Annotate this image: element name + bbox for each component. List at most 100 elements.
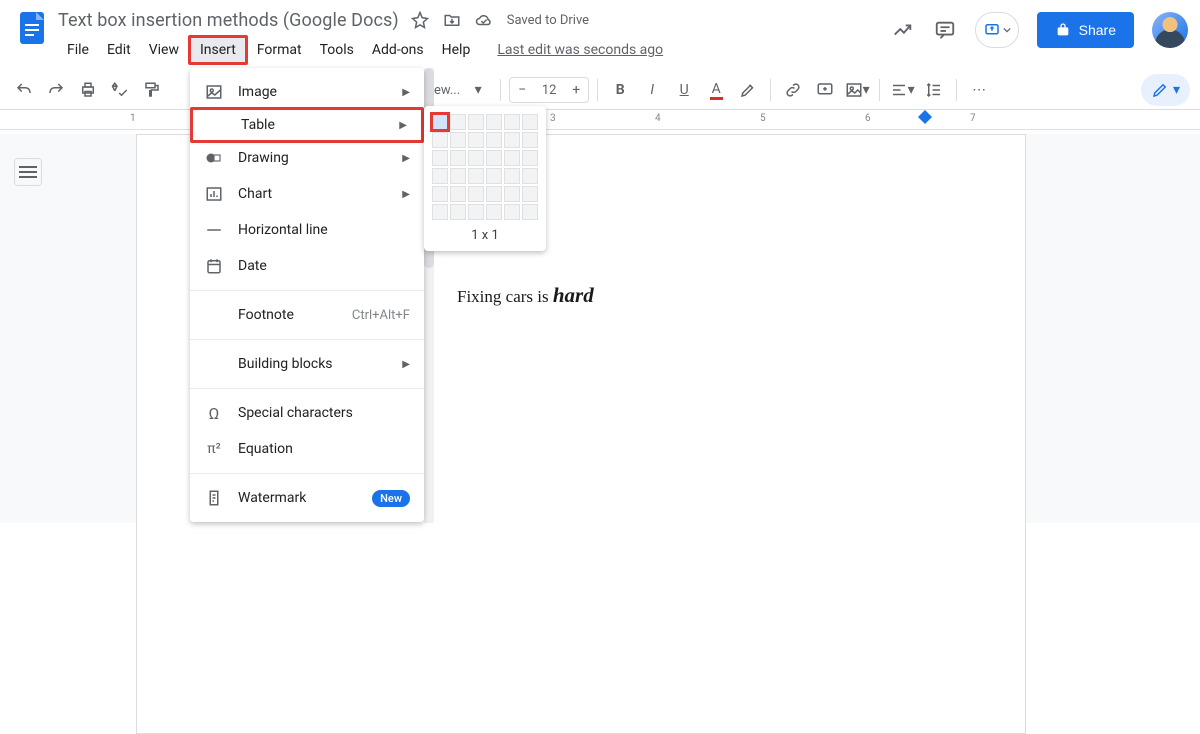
submenu-arrow-icon: ▶ [402, 87, 410, 98]
outline-toggle-icon[interactable] [14, 158, 42, 186]
menu-file[interactable]: File [58, 38, 98, 62]
trend-icon[interactable] [891, 18, 915, 42]
table-cell[interactable] [468, 114, 484, 130]
line-spacing-button[interactable] [920, 76, 948, 104]
table-cell[interactable] [468, 204, 484, 220]
table-cell[interactable] [468, 132, 484, 148]
insert-image-item[interactable]: Image ▶ [190, 74, 424, 110]
table-cell[interactable] [522, 168, 538, 184]
table-cell[interactable] [504, 132, 520, 148]
insert-watermark-item[interactable]: Watermark New [190, 480, 424, 516]
table-cell[interactable] [522, 114, 538, 130]
cloud-saved-icon[interactable] [475, 11, 493, 29]
highlight-button[interactable] [734, 76, 762, 104]
last-edit-link[interactable]: Last edit was seconds ago [497, 42, 663, 58]
table-cell[interactable] [504, 168, 520, 184]
table-cell[interactable] [450, 204, 466, 220]
font-size-value[interactable]: 12 [534, 83, 564, 98]
print-button[interactable] [74, 76, 102, 104]
account-avatar[interactable] [1152, 12, 1188, 48]
link-button[interactable] [779, 76, 807, 104]
font-family-display[interactable]: ew... [434, 83, 460, 98]
menu-insert[interactable]: Insert [188, 35, 248, 65]
table-cell[interactable] [432, 132, 448, 148]
table-cell[interactable] [432, 186, 448, 202]
more-button[interactable]: ⋯ [965, 76, 993, 104]
font-size-increase[interactable]: + [564, 82, 588, 98]
table-size-submenu: 1 x 1 [424, 106, 546, 251]
table-cell[interactable] [432, 150, 448, 166]
table-cell[interactable] [504, 150, 520, 166]
underline-button[interactable]: U [670, 76, 698, 104]
insert-image-button[interactable]: ▾ [843, 76, 871, 104]
menu-format[interactable]: Format [248, 38, 311, 62]
table-cell[interactable] [486, 168, 502, 184]
font-size-decrease[interactable]: − [510, 82, 534, 98]
menu-edit[interactable]: Edit [98, 38, 140, 62]
menu-help[interactable]: Help [433, 38, 480, 62]
table-cell[interactable] [522, 150, 538, 166]
table-cell-1-1[interactable] [432, 114, 448, 130]
table-cell[interactable] [486, 114, 502, 130]
table-cell[interactable] [504, 204, 520, 220]
text-emphasis: hard [553, 283, 594, 307]
table-cell[interactable] [450, 186, 466, 202]
table-cell[interactable] [450, 150, 466, 166]
document-title[interactable]: Text box insertion methods (Google Docs) [58, 10, 399, 31]
menu-addons[interactable]: Add-ons [363, 38, 433, 62]
table-cell[interactable] [450, 132, 466, 148]
spellcheck-button[interactable] [106, 76, 134, 104]
table-cell[interactable] [486, 132, 502, 148]
table-cell[interactable] [468, 186, 484, 202]
menu-tools[interactable]: Tools [311, 38, 363, 62]
table-cell[interactable] [468, 150, 484, 166]
table-cell[interactable] [432, 168, 448, 184]
move-to-folder-icon[interactable] [443, 11, 461, 29]
table-cell[interactable] [522, 204, 538, 220]
share-button[interactable]: Share [1037, 12, 1134, 48]
image-icon [204, 82, 224, 102]
ruler-num: 6 [865, 113, 871, 124]
italic-button[interactable]: I [638, 76, 666, 104]
insert-drawing-item[interactable]: Drawing ▶ [190, 140, 424, 176]
redo-button[interactable] [42, 76, 70, 104]
table-cell[interactable] [522, 132, 538, 148]
editing-mode-button[interactable]: ▾ [1141, 74, 1190, 106]
paint-format-button[interactable] [138, 76, 166, 104]
insert-date-item[interactable]: Date [190, 248, 424, 284]
add-comment-button[interactable] [811, 76, 839, 104]
blank-icon [204, 305, 224, 325]
insert-footnote-item[interactable]: Footnote Ctrl+Alt+F [190, 297, 424, 333]
table-cell[interactable] [486, 150, 502, 166]
insert-hr-item[interactable]: Horizontal line [190, 212, 424, 248]
table-cell[interactable] [486, 186, 502, 202]
horizontal-ruler[interactable]: 1 3 4 5 6 7 [0, 110, 1200, 130]
undo-button[interactable] [10, 76, 38, 104]
insert-building-blocks-item[interactable]: Building blocks ▶ [190, 346, 424, 382]
insert-table-item[interactable]: Table ▶ [190, 107, 424, 143]
star-icon[interactable] [411, 11, 429, 29]
docs-app-icon[interactable] [12, 8, 52, 48]
table-cell[interactable] [432, 204, 448, 220]
present-button[interactable] [975, 12, 1019, 48]
align-button[interactable]: ▾ [888, 76, 916, 104]
insert-chart-item[interactable]: Chart ▶ [190, 176, 424, 212]
table-cell[interactable] [450, 114, 466, 130]
insert-equation-item[interactable]: π² Equation [190, 431, 424, 467]
table-cell[interactable] [504, 186, 520, 202]
document-text-line[interactable]: Fixing cars is hard [457, 283, 935, 308]
insert-special-chars-item[interactable]: Ω Special characters [190, 395, 424, 431]
right-indent-marker[interactable] [918, 110, 932, 124]
font-dropdown-icon[interactable]: ▾ [464, 76, 492, 104]
table-cell[interactable] [522, 186, 538, 202]
table-cell[interactable] [450, 168, 466, 184]
table-cell[interactable] [504, 114, 520, 130]
table-cell[interactable] [486, 204, 502, 220]
submenu-arrow-icon: ▶ [402, 189, 410, 200]
bold-button[interactable]: B [606, 76, 634, 104]
comments-icon[interactable] [933, 18, 957, 42]
table-size-grid[interactable] [432, 114, 538, 220]
table-cell[interactable] [468, 168, 484, 184]
menu-view[interactable]: View [140, 38, 188, 62]
text-color-button[interactable]: A [702, 76, 730, 104]
